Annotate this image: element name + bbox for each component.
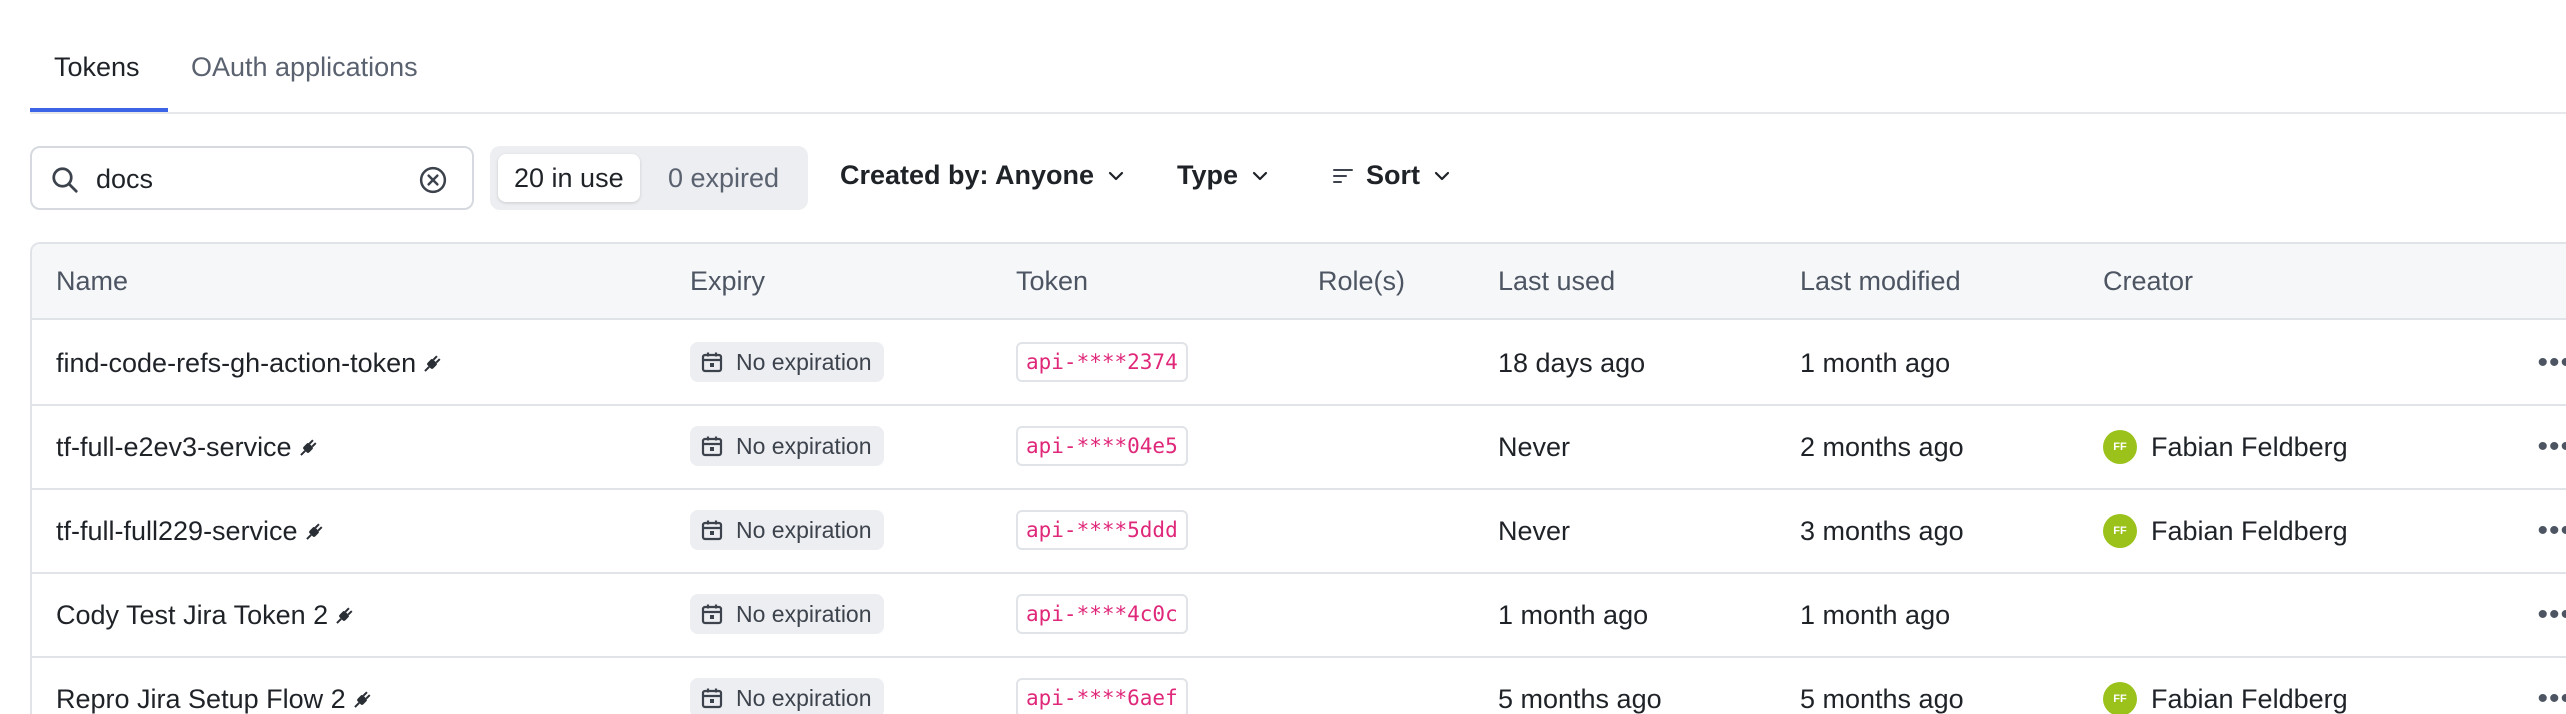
token-value[interactable]: api-****4c0c: [1016, 594, 1188, 634]
header-last-used[interactable]: Last used: [1498, 266, 1615, 297]
token-name-cell[interactable]: find-code-refs-gh-action-token: [56, 348, 444, 379]
token-value[interactable]: api-****2374: [1016, 342, 1188, 382]
expiry-badge: No expiration: [690, 342, 884, 382]
header-name[interactable]: Name: [56, 266, 128, 297]
calendar-icon: [701, 436, 723, 457]
token-name: find-code-refs-gh-action-token: [56, 348, 417, 378]
last-modified-cell: 1 month ago: [1800, 348, 1951, 378]
sort-label: Sort: [1366, 160, 1420, 190]
plug-icon: [305, 523, 323, 540]
sort-lines-icon: [1333, 168, 1353, 183]
more-horizontal-icon[interactable]: •••: [2537, 514, 2566, 548]
more-horizontal-icon[interactable]: •••: [2537, 430, 2566, 464]
more-horizontal-icon[interactable]: •••: [2537, 598, 2566, 632]
clear-circle-icon[interactable]: [418, 165, 448, 195]
token-name-cell[interactable]: Repro Jira Setup Flow 2: [56, 684, 374, 714]
tokens-table: Name Expiry Token Role(s) Last used Last…: [30, 242, 2566, 714]
header-last-modified[interactable]: Last modified: [1800, 266, 1961, 297]
table-header: Name Expiry Token Role(s) Last used Last…: [32, 244, 2566, 320]
chevron-down-icon: [1434, 171, 1450, 180]
table-row[interactable]: tf-full-e2ev3-service No expiration api-**…: [32, 406, 2566, 490]
calendar-icon: [701, 688, 723, 709]
plug-icon: [353, 691, 371, 708]
last-used-cell: Never: [1498, 516, 1571, 546]
last-modified-cell: 3 months ago: [1800, 516, 1964, 546]
token-value[interactable]: api-****6aef: [1016, 678, 1188, 714]
token-name: tf-full-full229-service: [56, 516, 298, 546]
creator-cell: FF Fabian Feldberg: [2103, 514, 2348, 548]
token-value[interactable]: api-****04e5: [1016, 426, 1188, 466]
table-row[interactable]: Cody Test Jira Token 2 No expiration api-*…: [32, 574, 2566, 658]
expiry-badge: No expiration: [690, 678, 884, 714]
plug-icon: [336, 607, 353, 624]
search-input[interactable]: [96, 158, 426, 200]
created-by-filter-label: Created by: Anyone: [840, 160, 1095, 190]
tab-oauth-applications[interactable]: OAuth applications: [191, 52, 418, 83]
token-name: Cody Test Jira Token 2: [56, 600, 329, 630]
status-toggle: 20 in use 0 expired: [490, 146, 808, 210]
more-horizontal-icon[interactable]: •••: [2537, 346, 2566, 380]
creator-name: Fabian Feldberg: [2151, 431, 2348, 462]
calendar-icon: [701, 520, 723, 541]
table-row[interactable]: Repro Jira Setup Flow 2 No expiration api-…: [32, 658, 2566, 714]
calendar-icon: [701, 604, 723, 625]
last-used-cell: Never: [1498, 432, 1571, 462]
expiry-label: No expiration: [736, 516, 872, 543]
search-icon: [52, 167, 78, 193]
avatar: FF: [2103, 682, 2137, 714]
avatar: FF: [2103, 430, 2137, 464]
avatar: FF: [2103, 514, 2137, 548]
last-modified-cell: 2 months ago: [1800, 432, 1964, 462]
active-tab-indicator: [30, 108, 168, 112]
plug-icon: [424, 355, 441, 372]
token-value[interactable]: api-****5ddd: [1016, 510, 1188, 550]
type-filter[interactable]: Type: [1177, 160, 1270, 191]
expiry-badge: No expiration: [690, 510, 884, 550]
search-box: [30, 146, 474, 210]
tab-tokens[interactable]: Tokens: [54, 52, 140, 83]
token-name: Repro Jira Setup Flow 2: [56, 684, 346, 714]
more-horizontal-icon[interactable]: •••: [2537, 682, 2566, 714]
calendar-icon: [701, 352, 723, 373]
expiry-label: No expiration: [736, 348, 872, 375]
expiry-label: No expiration: [736, 600, 872, 627]
creator-name: Fabian Feldberg: [2151, 515, 2348, 546]
last-modified-cell: 5 months ago: [1800, 684, 1964, 714]
expiry-badge: No expiration: [690, 426, 884, 466]
header-creator[interactable]: Creator: [2103, 266, 2193, 297]
last-used-cell: 5 months ago: [1498, 684, 1662, 714]
type-filter-label: Type: [1177, 160, 1239, 190]
sort-dropdown[interactable]: Sort: [1332, 160, 1452, 191]
creator-name: Fabian Feldberg: [2151, 683, 2348, 714]
header-token[interactable]: Token: [1016, 266, 1088, 297]
chevron-down-icon: [1252, 171, 1268, 180]
in-use-toggle[interactable]: 20 in use: [498, 154, 640, 202]
plug-icon: [299, 439, 317, 456]
expiry-badge: No expiration: [690, 594, 884, 634]
header-expiry[interactable]: Expiry: [690, 266, 765, 297]
token-name-cell[interactable]: tf-full-full229-service: [56, 516, 326, 547]
table-row[interactable]: find-code-refs-gh-action-token No expirat…: [32, 322, 2566, 406]
token-name-cell[interactable]: Cody Test Jira Token 2: [56, 600, 356, 631]
table-row[interactable]: tf-full-full229-service No expiration api-…: [32, 490, 2566, 574]
token-name: tf-full-e2ev3-service: [56, 432, 292, 462]
chevron-down-icon: [1108, 171, 1124, 180]
expiry-label: No expiration: [736, 684, 872, 711]
creator-cell: FF Fabian Feldberg: [2103, 430, 2348, 464]
last-used-cell: 18 days ago: [1498, 348, 1646, 378]
last-used-cell: 1 month ago: [1498, 600, 1649, 630]
created-by-filter[interactable]: Created by: Anyone: [840, 160, 1126, 191]
token-name-cell[interactable]: tf-full-e2ev3-service: [56, 432, 320, 463]
tab-bar: Tokens OAuth applications: [30, 0, 2566, 114]
last-modified-cell: 1 month ago: [1800, 600, 1951, 630]
creator-cell: FF Fabian Feldberg: [2103, 682, 2348, 714]
expiry-label: No expiration: [736, 432, 872, 459]
header-roles[interactable]: Role(s): [1318, 266, 1405, 297]
expired-toggle[interactable]: 0 expired: [652, 154, 795, 202]
